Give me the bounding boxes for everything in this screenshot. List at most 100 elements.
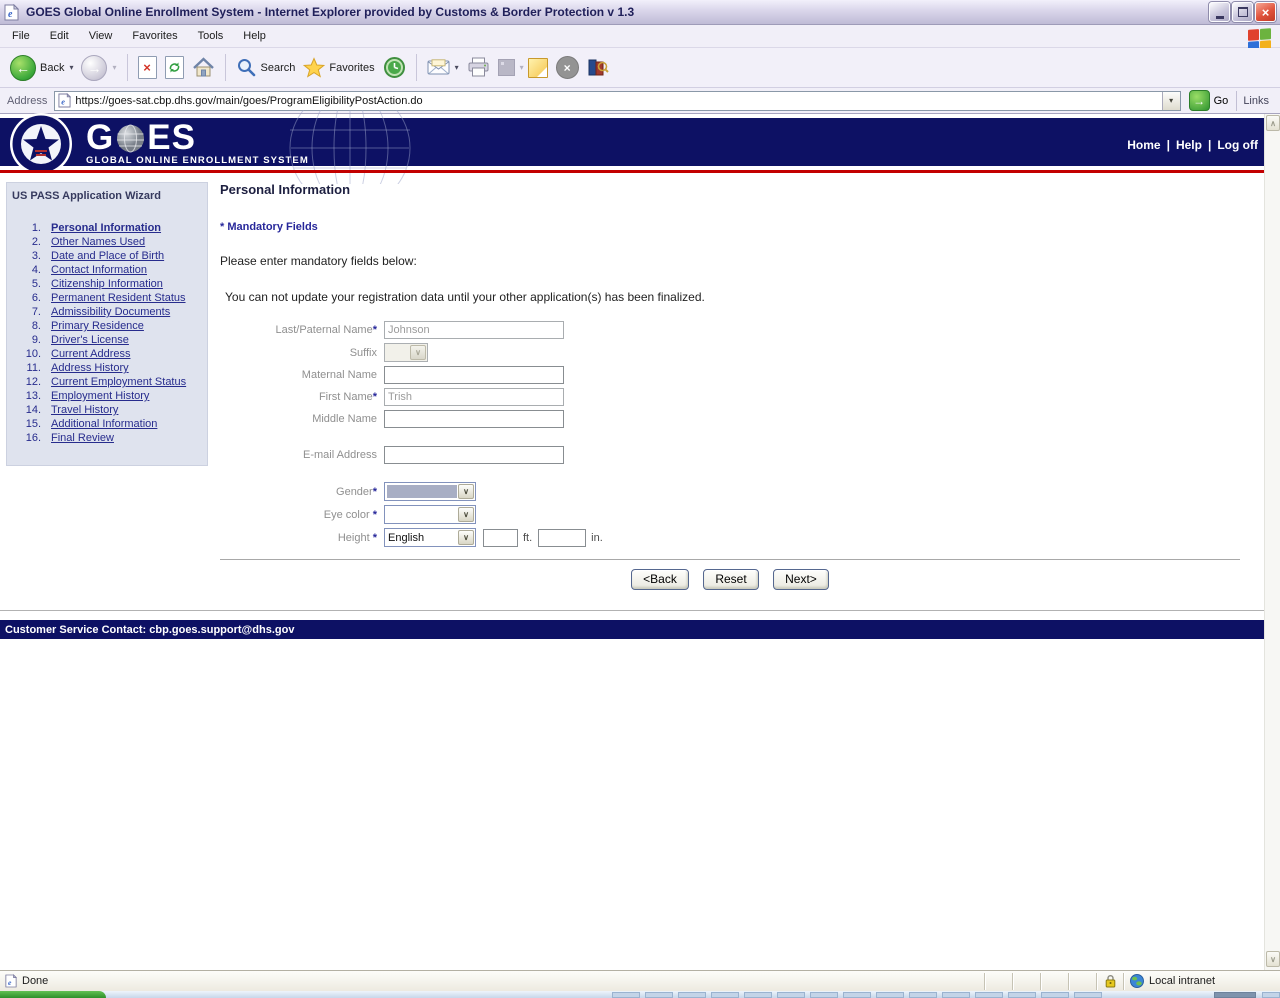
wizard-step-link[interactable]: Current Address (51, 347, 130, 361)
history-button[interactable] (379, 53, 410, 82)
address-dropdown-button[interactable]: ▾ (1162, 92, 1180, 110)
wizard-step-link[interactable]: Final Review (51, 431, 114, 445)
back-form-button[interactable]: <Back (631, 569, 689, 590)
page-scrollbar[interactable]: ∧ ∨ (1264, 114, 1280, 970)
height-feet-input[interactable] (483, 529, 518, 547)
wizard-step-contact-information[interactable]: 4.Contact Information (7, 263, 207, 277)
stop-button[interactable]: × (134, 53, 161, 82)
menu-edit[interactable]: Edit (40, 26, 79, 46)
menu-favorites[interactable]: Favorites (122, 26, 187, 46)
taskbar-button[interactable] (711, 992, 739, 998)
address-url[interactable]: https://goes-sat.cbp.dhs.gov/main/goes/P… (75, 95, 1161, 107)
favorites-button[interactable]: Favorites (299, 54, 378, 81)
scroll-down-button[interactable]: ∨ (1266, 951, 1280, 967)
menu-tools[interactable]: Tools (188, 26, 234, 46)
home-button[interactable] (188, 54, 219, 81)
messenger-note-button[interactable] (524, 55, 552, 81)
taskbar-button[interactable] (1262, 992, 1280, 998)
taskbar-button[interactable] (843, 992, 871, 998)
taskbar-button[interactable] (678, 992, 706, 998)
middle-name-input[interactable] (384, 410, 564, 428)
search-button[interactable]: Search (232, 54, 300, 81)
wizard-step-link[interactable]: Travel History (51, 403, 118, 417)
menu-view[interactable]: View (79, 26, 123, 46)
start-button-fragment[interactable] (0, 991, 106, 998)
wizard-step-link[interactable]: Contact Information (51, 263, 147, 277)
middle-name-label: Middle Name (220, 413, 377, 425)
wizard-step-link[interactable]: Permanent Resident Status (51, 291, 186, 305)
messenger-button[interactable]: × (552, 53, 583, 82)
wizard-step-admissibility-documents[interactable]: 7.Admissibility Documents (7, 305, 207, 319)
nav-home-link[interactable]: Home (1127, 138, 1160, 152)
wizard-step-current-employment-status[interactable]: 12.Current Employment Status (7, 375, 207, 389)
wizard-step-link[interactable]: Primary Residence (51, 319, 144, 333)
wizard-step-link[interactable]: Personal Information (51, 221, 161, 235)
wizard-step-link[interactable]: Address History (51, 361, 129, 375)
wizard-step-employment-history[interactable]: 13.Employment History (7, 389, 207, 403)
wizard-step-drivers-license[interactable]: 9.Driver's License (7, 333, 207, 347)
taskbar-button[interactable] (876, 992, 904, 998)
maternal-name-input[interactable] (384, 366, 564, 384)
suffix-select[interactable]: ∨ (384, 343, 428, 362)
taskbar-button[interactable] (1008, 992, 1036, 998)
minimize-button[interactable] (1209, 2, 1230, 22)
taskbar-button[interactable] (1074, 992, 1102, 998)
wizard-step-travel-history[interactable]: 14.Travel History (7, 403, 207, 417)
wizard-step-citizenship-information[interactable]: 5.Citizenship Information (7, 277, 207, 291)
wizard-step-current-address[interactable]: 10.Current Address (7, 347, 207, 361)
taskbar-button[interactable] (612, 992, 640, 998)
gender-select[interactable]: ∨ (384, 482, 476, 501)
wizard-step-link[interactable]: Driver's License (51, 333, 129, 347)
research-button[interactable] (583, 54, 613, 81)
taskbar-button[interactable] (975, 992, 1003, 998)
taskbar-button[interactable] (744, 992, 772, 998)
refresh-button[interactable] (161, 53, 188, 82)
height-inches-input[interactable] (538, 529, 586, 547)
wizard-step-link[interactable]: Additional Information (51, 417, 157, 431)
wizard-step-link[interactable]: Citizenship Information (51, 277, 163, 291)
mail-button[interactable]: ▾ (423, 56, 463, 79)
wizard-step-other-names-used[interactable]: 2.Other Names Used (7, 235, 207, 249)
nav-logoff-link[interactable]: Log off (1217, 138, 1258, 152)
taskbar-button[interactable] (942, 992, 970, 998)
restore-button[interactable] (1232, 2, 1253, 22)
wizard-step-additional-information[interactable]: 15.Additional Information (7, 417, 207, 431)
wizard-step-primary-residence[interactable]: 8.Primary Residence (7, 319, 207, 333)
height-unit-select[interactable]: English∨ (384, 528, 476, 547)
links-button[interactable]: Links (1243, 95, 1275, 107)
taskbar-button-active[interactable] (1214, 992, 1256, 998)
close-button[interactable]: × (1255, 2, 1276, 22)
forward-button[interactable]: → ▾ (77, 52, 120, 84)
print-button[interactable] (463, 54, 494, 81)
go-button[interactable]: → Go (1181, 90, 1237, 111)
email-input[interactable] (384, 446, 564, 464)
taskbar-button[interactable] (810, 992, 838, 998)
wizard-step-link[interactable]: Employment History (51, 389, 149, 403)
back-button[interactable]: ← Back ▾ (6, 52, 77, 84)
wizard-step-final-review[interactable]: 16.Final Review (7, 431, 207, 445)
reset-button[interactable]: Reset (703, 569, 758, 590)
address-input[interactable]: e https://goes-sat.cbp.dhs.gov/main/goes… (54, 91, 1180, 111)
wizard-step-personal-information[interactable]: 1.Personal Information (7, 221, 207, 235)
taskbar-button[interactable] (645, 992, 673, 998)
nav-help-link[interactable]: Help (1176, 138, 1202, 152)
menu-help[interactable]: Help (233, 26, 276, 46)
eye-color-select[interactable]: ∨ (384, 505, 476, 524)
mail-dropdown-icon[interactable]: ▾ (455, 63, 459, 72)
wizard-step-link[interactable]: Date and Place of Birth (51, 249, 164, 263)
next-button[interactable]: Next> (773, 569, 829, 590)
scroll-up-button[interactable]: ∧ (1266, 115, 1280, 131)
wizard-step-date-and-place-of-birth[interactable]: 3.Date and Place of Birth (7, 249, 207, 263)
wizard-step-permanent-resident-status[interactable]: 6.Permanent Resident Status (7, 291, 207, 305)
taskbar-button[interactable] (777, 992, 805, 998)
wizard-step-address-history[interactable]: 11.Address History (7, 361, 207, 375)
wizard-step-link[interactable]: Other Names Used (51, 235, 145, 249)
back-dropdown-icon[interactable]: ▾ (69, 63, 73, 72)
first-name-input[interactable] (384, 388, 564, 406)
wizard-step-link[interactable]: Current Employment Status (51, 375, 186, 389)
taskbar-button[interactable] (1041, 992, 1069, 998)
wizard-step-link[interactable]: Admissibility Documents (51, 305, 170, 319)
last-name-input[interactable] (384, 321, 564, 339)
taskbar-button[interactable] (909, 992, 937, 998)
menu-file[interactable]: File (2, 26, 40, 46)
